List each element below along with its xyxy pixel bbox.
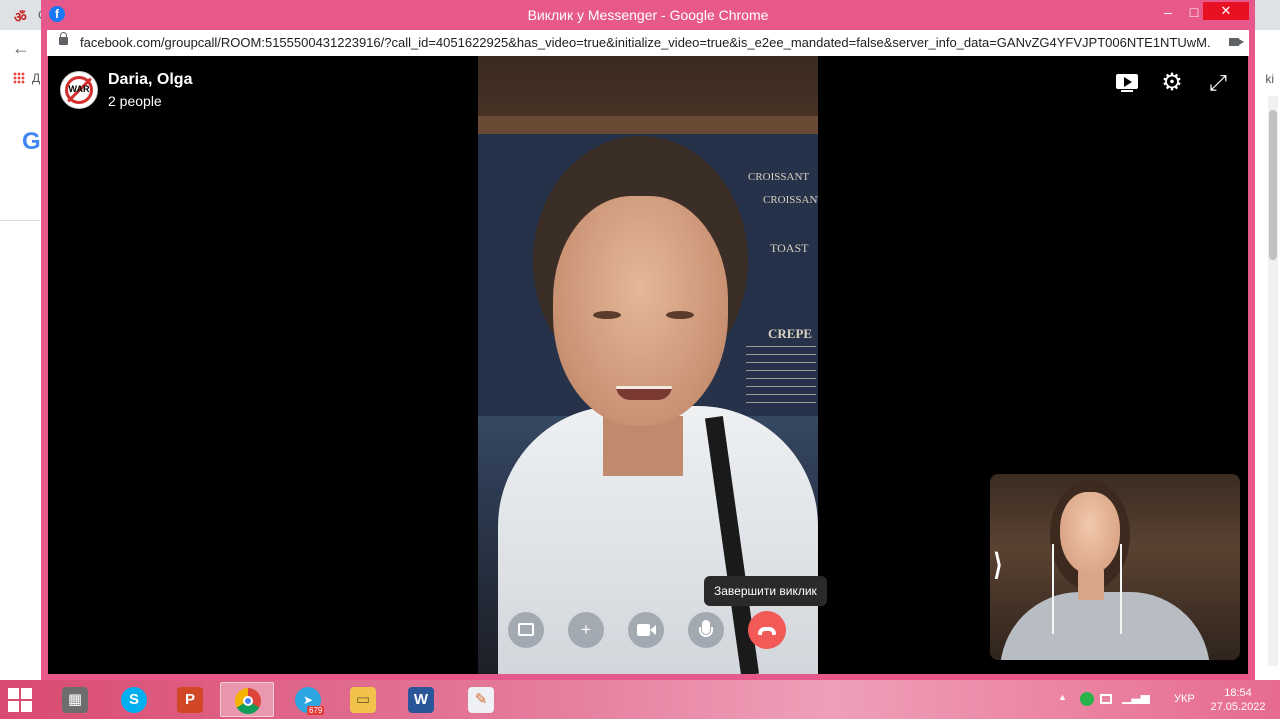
bookmark-text: Д	[32, 71, 41, 85]
expand-icon: ⤢	[1209, 70, 1227, 95]
taskbar: ▦ S P ➤ 679 ▭ W ✎ ▲ ▁▃▅ 🔈︎ УКР 18:54 27.…	[0, 680, 1280, 719]
screen-play-icon	[1116, 74, 1138, 89]
gear-icon: ⚙	[1161, 69, 1183, 96]
file-manager-icon: ▦	[62, 687, 88, 713]
taskbar-explorer[interactable]: ▭	[336, 682, 390, 717]
telegram-unread-badge: 679	[307, 706, 325, 715]
present-screen-button[interactable]	[1114, 70, 1140, 96]
toggle-mic-button[interactable]	[688, 612, 724, 648]
windows-logo-pane	[21, 688, 32, 699]
apps-grid-icon[interactable]	[13, 72, 25, 84]
windows-logo-icon	[8, 688, 19, 699]
menu-lines	[746, 346, 816, 406]
address-bar[interactable]: facebook.com/groupcall/ROOM:515550043122…	[47, 30, 1249, 56]
camera-in-use-icon[interactable]	[1229, 38, 1244, 46]
collapse-self-view-icon[interactable]: ⟩	[993, 547, 1003, 583]
menu-text: CREPE	[768, 326, 813, 341]
divider	[0, 220, 40, 221]
self-face	[1060, 492, 1120, 574]
fullscreen-button[interactable]: ⤢	[1205, 70, 1231, 96]
microphone-stand	[699, 627, 713, 637]
scrollbar-thumb[interactable]	[1269, 110, 1277, 260]
battery-icon[interactable]	[1100, 694, 1112, 704]
messenger-call-window: f Виклик у Messenger - Google Chrome – □…	[41, 0, 1255, 680]
google-logo: G	[22, 128, 41, 155]
person-mouth	[616, 386, 672, 400]
add-person-icon: +	[581, 620, 591, 639]
earphone-cable	[1120, 544, 1122, 634]
person-eye	[666, 311, 694, 319]
system-clock[interactable]: 18:54 27.05.2022	[1206, 686, 1270, 714]
menu-text: TOAST	[770, 241, 809, 255]
url-text[interactable]: facebook.com/groupcall/ROOM:515550043122…	[80, 35, 1210, 50]
taskbar-word[interactable]: W	[394, 682, 448, 717]
taskbar-paint[interactable]: ✎	[454, 682, 508, 717]
group-avatar: WAR	[60, 71, 98, 109]
hang-up-icon	[758, 627, 776, 635]
chrome-center	[243, 696, 253, 706]
participant-count: 2 people	[108, 93, 162, 109]
minimize-button[interactable]: –	[1157, 3, 1179, 23]
maximize-button[interactable]: □	[1183, 3, 1205, 23]
powerpoint-icon: P	[177, 687, 203, 713]
close-button[interactable]: ✕	[1203, 2, 1249, 20]
taskbar-powerpoint[interactable]: P	[163, 682, 217, 717]
word-icon: W	[408, 687, 434, 713]
settings-button[interactable]: ⚙	[1159, 70, 1185, 96]
language-indicator[interactable]: УКР	[1174, 693, 1195, 705]
show-hidden-icons[interactable]: ▲	[1058, 692, 1067, 702]
title-bar[interactable]: f Виклик у Messenger - Google Chrome – □…	[41, 0, 1255, 28]
taskbar-telegram[interactable]: ➤ 679	[281, 682, 335, 717]
chrome-icon	[235, 688, 261, 714]
gift-icon: ॐ	[14, 9, 27, 25]
menu-text: CROISSANT	[763, 194, 818, 206]
video-camera-lens	[650, 625, 656, 635]
self-neck	[1078, 570, 1104, 600]
call-participants-name: Daria, Olga	[108, 71, 193, 88]
self-video[interactable]	[990, 474, 1240, 660]
windows-logo-pane	[8, 701, 19, 712]
taskbar-skype[interactable]: S	[107, 682, 161, 717]
menu-text: CROISSANT	[748, 171, 810, 183]
windows-logo-pane	[21, 701, 32, 712]
taskbar-chrome[interactable]	[220, 682, 274, 717]
avatar-text: WAR	[68, 84, 90, 94]
paint-palette-icon: ✎	[468, 687, 494, 713]
share-screen-button[interactable]	[508, 612, 544, 648]
video-camera-icon	[637, 624, 650, 636]
taskbar-file-manager[interactable]: ▦	[48, 682, 102, 717]
skype-icon: S	[121, 687, 147, 713]
call-stage: WAR Daria, Olga 2 people ⚙ ⤢ CROISSANT C…	[48, 56, 1248, 674]
self-body	[1000, 592, 1210, 660]
start-button[interactable]	[8, 688, 32, 712]
lock-icon[interactable]	[59, 32, 68, 45]
bookmark-text-right: ki	[1265, 72, 1274, 86]
clock-date: 27.05.2022	[1210, 701, 1266, 713]
person-eye	[593, 311, 621, 319]
end-call-button[interactable]	[748, 611, 786, 649]
toggle-camera-button[interactable]	[628, 612, 664, 648]
window-title: Виклик у Messenger - Google Chrome	[527, 7, 769, 23]
folder-icon: ▭	[350, 687, 376, 713]
earphone-cable	[1052, 544, 1054, 634]
back-arrow-icon[interactable]: ←	[12, 38, 30, 59]
share-screen-icon	[518, 623, 534, 636]
call-controls: +	[508, 611, 798, 652]
screen-stand	[1121, 90, 1133, 92]
clock-time: 18:54	[1224, 687, 1252, 699]
security-check-icon[interactable]	[1080, 692, 1094, 706]
add-people-button[interactable]: +	[568, 612, 604, 648]
end-call-tooltip: Завершити виклик	[704, 576, 827, 606]
volume-icon[interactable]: 🔈︎	[1146, 690, 1154, 706]
